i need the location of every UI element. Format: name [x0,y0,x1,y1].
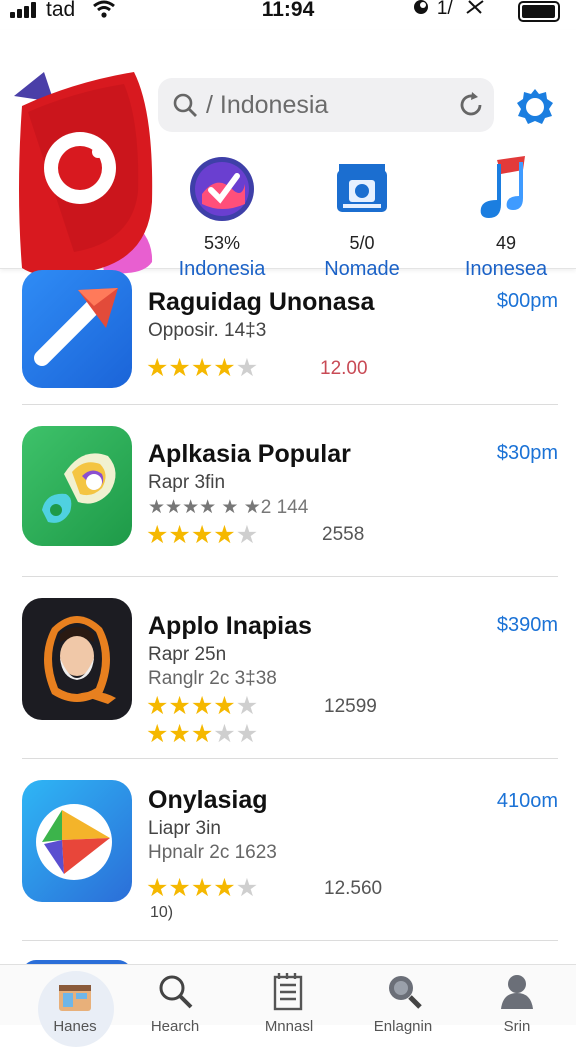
search-icon [173,93,197,117]
star-icon: ★ [213,720,236,748]
app-extra: 10) [150,904,174,921]
star-icon: ★ [235,692,259,720]
star-rating: ★★★★★ [146,354,259,382]
star-icon: ★ [146,874,169,902]
tab-hanes[interactable]: Hanes [30,971,120,1047]
tab-label: Enlagnin [373,1018,433,1035]
app-meta-line: Ranglr 2c 3‡38 [148,668,277,689]
category-indonesia[interactable]: 53% Indonesia [162,154,282,281]
app-value: 12.560 [324,878,383,899]
purple-check-icon [190,157,254,221]
tab-label: Srin [503,1018,531,1035]
app-value: 2558 [322,524,365,545]
app-name: Applo Inapias [148,612,312,640]
status-bar: tad 11:94 1/ [0,0,576,28]
row-divider [22,404,558,405]
star-icon: ★ [146,692,169,720]
tab-label: Hanes [53,1018,97,1035]
list-doc-icon [273,973,303,1011]
app-meta-line: ★★★★ ★ ★2 144 [148,497,309,518]
category-percent: 5/0 [349,233,375,253]
star-icon: ★ [213,692,236,720]
person-icon [501,975,533,1009]
category-percent: 49 [495,233,517,253]
star-icon: ★ [168,692,191,720]
star-icon: ★ [190,874,214,902]
category-percent: 53% [203,233,241,253]
tab-label: Mnnasl [264,1018,314,1035]
star-icon: ★ [235,874,259,902]
star-rating: ★★★★★ [146,521,259,549]
tab-label: Hearch [150,1018,200,1035]
star-icon: ★ [190,692,214,720]
app-logo-icon[interactable] [14,72,156,284]
star-icon: ★ [213,354,236,382]
app-name: Raguidag Unonasa [148,288,375,316]
app-name: Aplkasia Popular [148,440,351,468]
play-triangle-icon [22,780,132,902]
category-label: Indonesia [178,258,266,280]
app-value: 12.00 [320,358,368,379]
search-icon [159,975,193,1009]
app-subtitle: Rapr 3fin [148,472,226,493]
app-name: Onylasiag [148,786,268,814]
tab-bar: Hanes Hearch Mnnasl Enlagnin Srin [0,964,576,1047]
app-grid-icon [59,985,91,1011]
row-divider [22,576,558,577]
star-icon: ★ [235,354,259,382]
star-icon: ★ [235,720,259,748]
app-price[interactable]: $390m [497,614,558,637]
star-icon: ★ [235,521,259,549]
star-icon: ★ [168,874,191,902]
star-icon: ★ [168,720,191,748]
row-divider [22,940,558,941]
category-label: Inonesea [464,258,548,280]
blue-music-note-icon [480,156,525,218]
tab-srin[interactable]: Srin [472,971,562,1035]
star-icon: ★ [168,521,191,549]
category-nomade[interactable]: 5/0 Nomade [302,154,422,281]
status-right-text: 1/ [412,0,486,20]
app-meta-line: Hpnalr 2c 1623 [148,842,277,863]
clock: 11:94 [261,0,315,21]
star-icon: ★ [190,354,214,382]
search-bar[interactable]: / Indonesia [158,78,494,132]
star-icon: ★ [146,354,169,382]
star-icon: ★ [146,720,169,748]
star-icon: ★ [190,521,214,549]
star-icon: ★ [213,521,236,549]
app-price[interactable]: 410om [497,790,558,813]
refresh-icon[interactable] [456,90,486,120]
category-label: Nomade [324,258,400,280]
app-subtitle: Liapr 3in [148,818,221,839]
battery-icon [518,1,560,22]
paper-plane-icon [22,270,132,388]
app-subtitle: Rapr 25n [148,644,227,665]
app-value: 12599 [324,696,377,717]
app-price[interactable]: $30pm [497,442,558,465]
tab-enlagnin[interactable]: Enlagnin [358,971,448,1035]
app-subtitle: Opposir. 14‡3 [148,320,267,341]
star-icon: ★ [146,521,169,549]
tab-mnnasl[interactable]: Mnnasl [244,971,334,1035]
star-rating-secondary: ★★★★★ [146,720,259,748]
star-icon: ★ [168,354,191,382]
magnifier-icon [389,976,422,1009]
tab-hearch[interactable]: Hearch [130,971,220,1035]
colorful-swirl-icon [22,426,132,546]
star-rating: ★★★★★ [146,874,259,902]
bearded-man-avatar-icon [22,598,132,720]
blue-camera-icon [337,164,387,212]
star-icon: ★ [213,874,236,902]
app-store-header: / Indonesia 53% Indonesia 5/0 Nomade 49 … [0,30,576,280]
app-price[interactable]: $00pm [497,290,558,313]
row-divider [22,758,558,759]
star-icon: ★ [190,720,214,748]
search-input[interactable]: / Indonesia [206,91,328,120]
category-inonesea[interactable]: 49 Inonesea [446,154,566,281]
settings-gear-icon[interactable] [514,86,556,128]
star-rating: ★★★★★ [146,692,259,720]
